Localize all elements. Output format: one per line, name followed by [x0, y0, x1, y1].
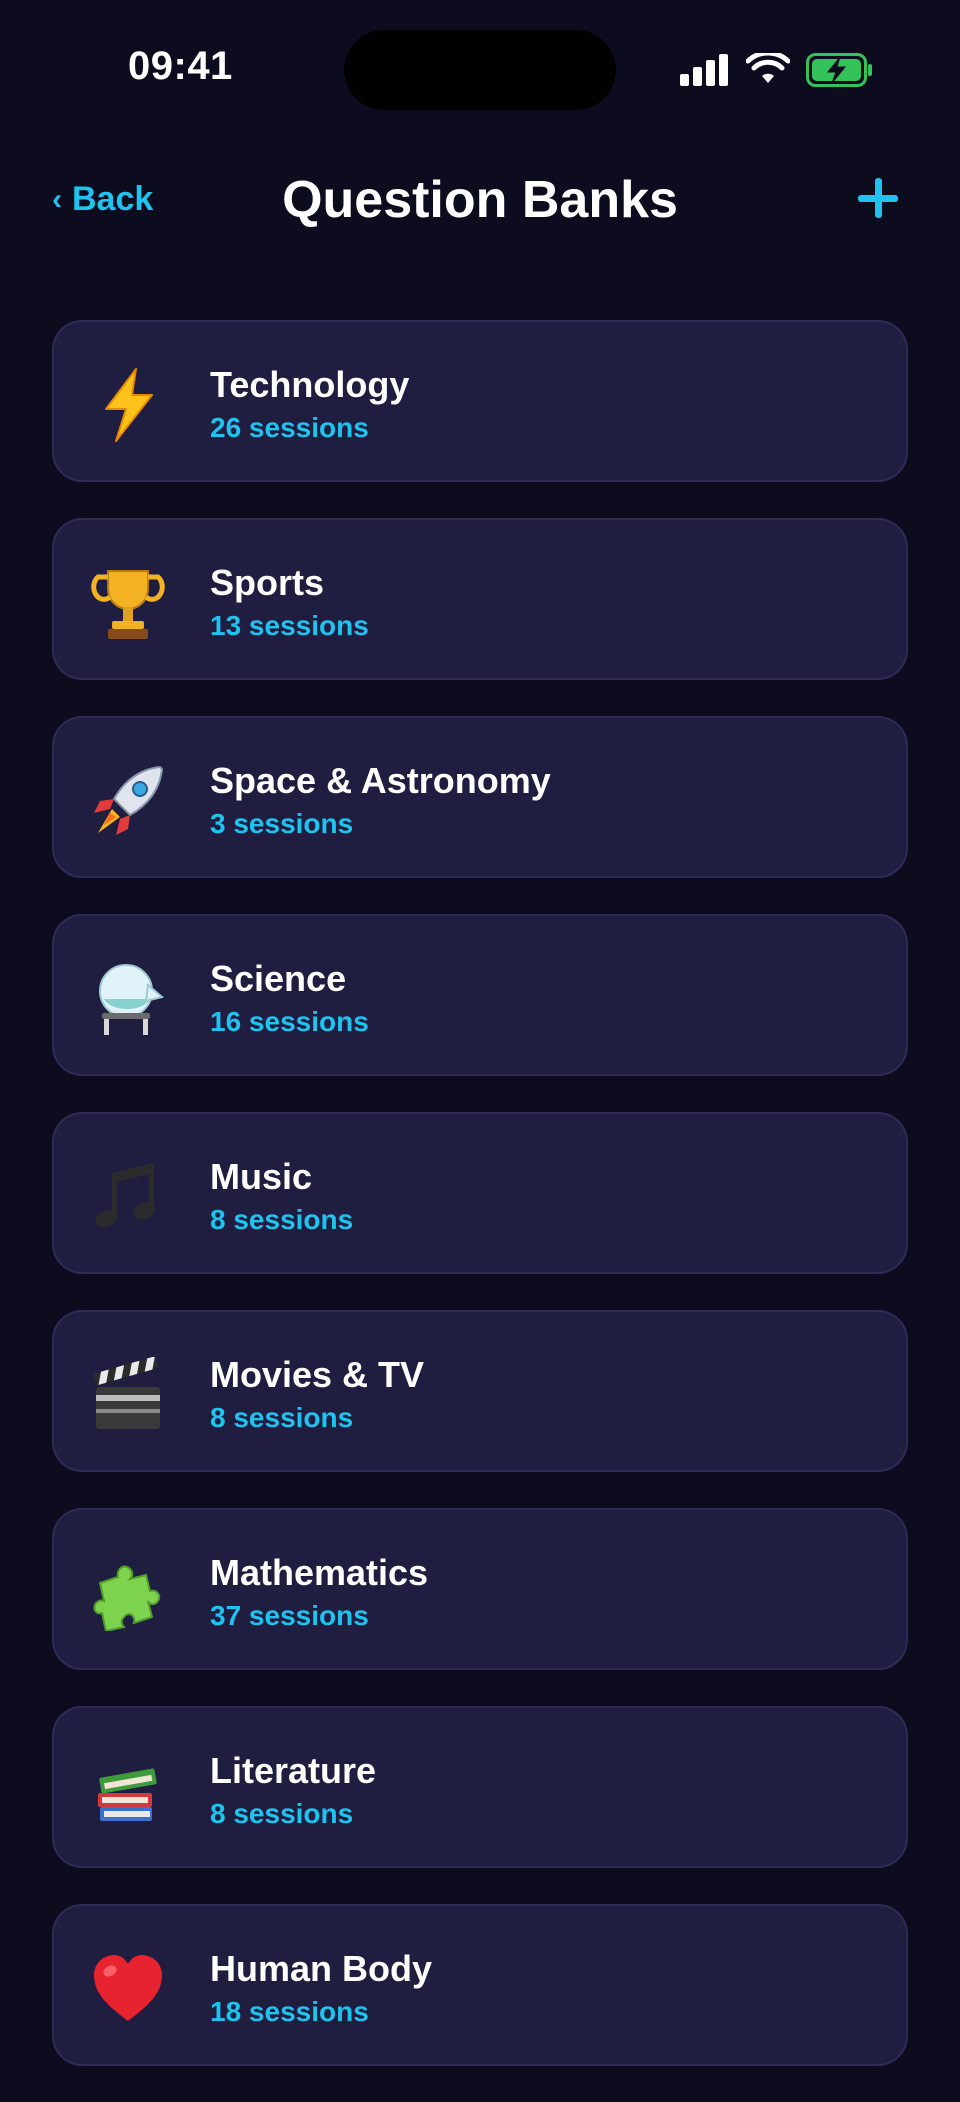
heart-icon — [90, 1951, 166, 2027]
category-title: Mathematics — [210, 1552, 429, 1593]
cellular-signal-icon — [680, 54, 728, 86]
category-session-count: 8 sessions — [210, 1402, 354, 1433]
category-session-count: 13 sessions — [210, 610, 369, 641]
status-time: 09:41 — [128, 44, 233, 88]
category-card-music[interactable]: Music 8 sessions — [52, 1112, 908, 1274]
add-button[interactable] — [852, 172, 904, 224]
books-icon — [90, 1753, 166, 1829]
music-notes-icon — [90, 1159, 166, 1235]
wifi-icon — [746, 53, 790, 83]
category-session-count: 16 sessions — [210, 1006, 369, 1037]
category-title: Music — [210, 1156, 313, 1197]
crystal-ball-icon — [90, 961, 166, 1037]
category-card-mathematics[interactable]: Mathematics 37 sessions — [52, 1508, 908, 1670]
category-card-space-astronomy[interactable]: Space & Astronomy 3 sessions — [52, 716, 908, 878]
category-card-sports[interactable]: Sports 13 sessions — [52, 518, 908, 680]
rocket-icon — [90, 763, 166, 839]
puzzle-icon — [90, 1555, 166, 1631]
lightning-icon — [90, 367, 166, 443]
trophy-icon — [90, 565, 166, 641]
category-session-count: 8 sessions — [210, 1798, 354, 1829]
category-title: Technology — [210, 364, 410, 405]
category-title: Science — [210, 958, 347, 999]
status-icons — [680, 52, 874, 88]
question-bank-list: Technology 26 sessions Sports 13 session… — [52, 320, 908, 2102]
navigation-bar: ‹ Back Question Banks — [0, 160, 960, 244]
category-title: Literature — [210, 1750, 377, 1791]
battery-charging-icon — [806, 53, 872, 87]
dynamic-island — [344, 30, 616, 110]
category-title: Space & Astronomy — [210, 760, 551, 801]
category-card-technology[interactable]: Technology 26 sessions — [52, 320, 908, 482]
category-card-movies-tv[interactable]: Movies & TV 8 sessions — [52, 1310, 908, 1472]
category-session-count: 37 sessions — [210, 1600, 369, 1631]
category-session-count: 8 sessions — [210, 1204, 354, 1235]
category-title: Sports — [210, 562, 325, 603]
clapperboard-icon — [90, 1357, 166, 1433]
category-session-count: 18 sessions — [210, 1996, 369, 2027]
status-bar: 09:41 — [0, 0, 960, 140]
category-card-human-body[interactable]: Human Body 18 sessions — [52, 1904, 908, 2066]
category-card-literature[interactable]: Literature 8 sessions — [52, 1706, 908, 1868]
category-session-count: 3 sessions — [210, 808, 354, 839]
category-card-science[interactable]: Science 16 sessions — [52, 914, 908, 1076]
category-title: Human Body — [210, 1948, 433, 1989]
page-title: Question Banks — [282, 171, 678, 229]
category-session-count: 26 sessions — [210, 412, 369, 443]
category-title: Movies & TV — [210, 1354, 425, 1395]
